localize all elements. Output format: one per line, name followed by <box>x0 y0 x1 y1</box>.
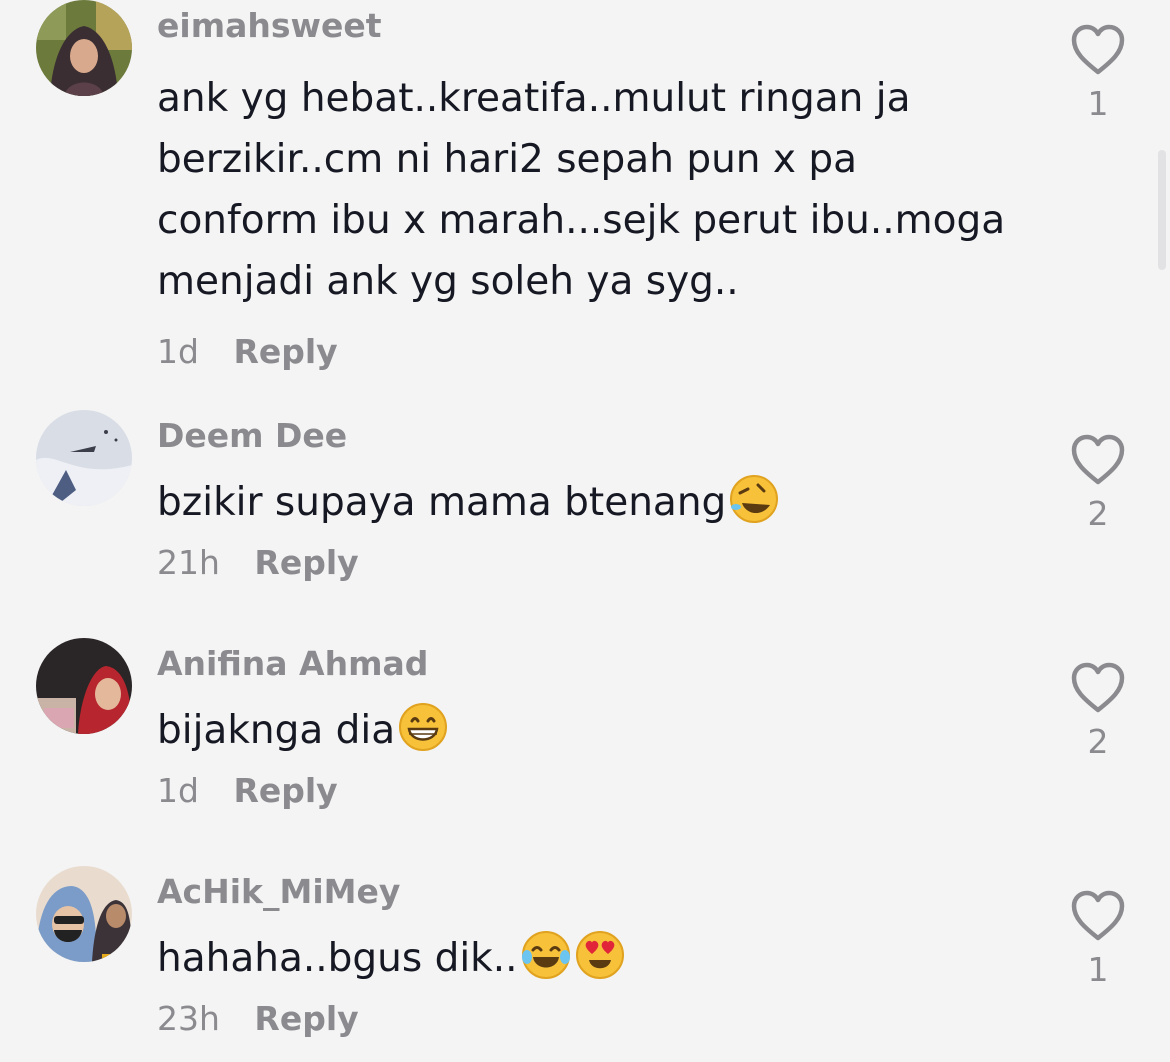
scrollbar[interactable] <box>1158 150 1166 270</box>
avatar-achik-mimey[interactable] <box>36 866 132 962</box>
tears-of-joy-emoji <box>521 931 570 979</box>
grinning-face-emoji <box>399 703 448 751</box>
like-count: 1 <box>1087 950 1109 989</box>
comment-username[interactable]: Anifina Ahmad <box>157 644 1037 684</box>
comment-text-line: menjadi ank yg soleh ya syg.. <box>157 259 739 304</box>
heart-eyes-emoji <box>575 931 624 979</box>
comment-username[interactable]: Deem Dee <box>157 416 1037 456</box>
heart-outline-icon[interactable] <box>1070 890 1126 942</box>
comment-timestamp: 23h <box>157 999 220 1038</box>
comment-text-line: bijaknga dia <box>157 700 1037 761</box>
avatar-deem-dee[interactable] <box>36 410 132 506</box>
comment-timestamp: 21h <box>157 543 220 582</box>
reply-button[interactable]: Reply <box>254 999 358 1038</box>
comment-meta: 23h Reply <box>157 999 1037 1039</box>
rolling-on-floor-laughing-emoji <box>730 475 779 523</box>
comment-timestamp: 1d <box>157 332 199 371</box>
comment-text: ank yg hebat..kreatifa..mulut ringan ja … <box>157 68 1037 312</box>
comment-text-content: hahaha..bgus dik.. <box>157 936 518 981</box>
heart-outline-icon[interactable] <box>1070 24 1126 76</box>
like-count: 1 <box>1087 84 1109 123</box>
comment-meta: 21h Reply <box>157 543 1037 583</box>
comment-text-content: bzikir supaya mama btenang <box>157 480 727 525</box>
comment-meta: 1d Reply <box>157 332 1037 372</box>
comment-text-line: bzikir supaya mama btenang <box>157 472 1037 533</box>
heart-outline-icon[interactable] <box>1070 662 1126 714</box>
comment-username[interactable]: eimahsweet <box>157 6 1037 46</box>
comment-text-line: conform ibu x marah...sejk perut ibu..mo… <box>157 198 1006 243</box>
like-button[interactable]: 2 <box>1062 434 1134 534</box>
comment-text: hahaha..bgus dik.. <box>157 928 1037 989</box>
reply-button[interactable]: Reply <box>254 543 358 582</box>
comment-text: bijaknga dia <box>157 700 1037 761</box>
comment-text-line: berzikir..cm ni hari2 sepah pun x pa <box>157 137 858 182</box>
reply-button[interactable]: Reply <box>233 332 337 371</box>
avatar-anifina-ahmad[interactable] <box>36 638 132 734</box>
like-button[interactable]: 1 <box>1062 24 1134 124</box>
comment-username[interactable]: AcHik_MiMey <box>157 872 1037 912</box>
like-count: 2 <box>1087 494 1109 533</box>
comment-timestamp: 1d <box>157 771 199 810</box>
like-count: 2 <box>1087 722 1109 761</box>
comment-meta: 1d Reply <box>157 771 1037 811</box>
like-button[interactable]: 2 <box>1062 662 1134 762</box>
reply-button[interactable]: Reply <box>233 771 337 810</box>
comment-text-line: hahaha..bgus dik.. <box>157 928 1037 989</box>
heart-outline-icon[interactable] <box>1070 434 1126 486</box>
comment-text-content: bijaknga dia <box>157 708 396 753</box>
comment-text-line: ank yg hebat..kreatifa..mulut ringan ja <box>157 76 911 121</box>
like-button[interactable]: 1 <box>1062 890 1134 990</box>
comment-text: bzikir supaya mama btenang <box>157 472 1037 533</box>
avatar-eimahsweet[interactable] <box>36 0 132 96</box>
